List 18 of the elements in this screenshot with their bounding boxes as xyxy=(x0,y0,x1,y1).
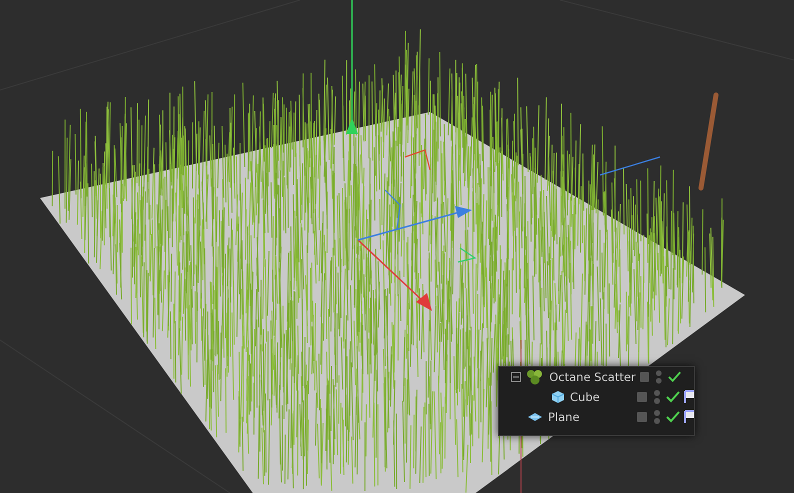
tag-icon[interactable] xyxy=(684,410,694,424)
enabled-check-icon[interactable] xyxy=(666,391,680,403)
object-name[interactable]: Plane xyxy=(548,410,580,424)
cluster-icon xyxy=(526,369,544,385)
cube-icon xyxy=(551,390,565,404)
x-axis-arrow[interactable] xyxy=(357,239,432,311)
y-axis-arrow[interactable] xyxy=(346,0,358,134)
plane-icon xyxy=(527,412,543,422)
object-name[interactable]: Octane Scatter xyxy=(549,370,636,384)
z-axis-arrow[interactable] xyxy=(358,206,472,241)
tag-icon[interactable] xyxy=(684,390,694,404)
visibility-dots-icon[interactable] xyxy=(653,389,661,405)
visibility-dots-icon[interactable] xyxy=(653,409,661,425)
collapse-toggle-icon[interactable] xyxy=(511,372,522,382)
visibility-dots-icon[interactable] xyxy=(655,369,663,385)
enabled-check-icon[interactable] xyxy=(666,411,680,423)
object-name[interactable]: Cube xyxy=(570,390,600,404)
enabled-check-icon[interactable] xyxy=(668,371,681,383)
